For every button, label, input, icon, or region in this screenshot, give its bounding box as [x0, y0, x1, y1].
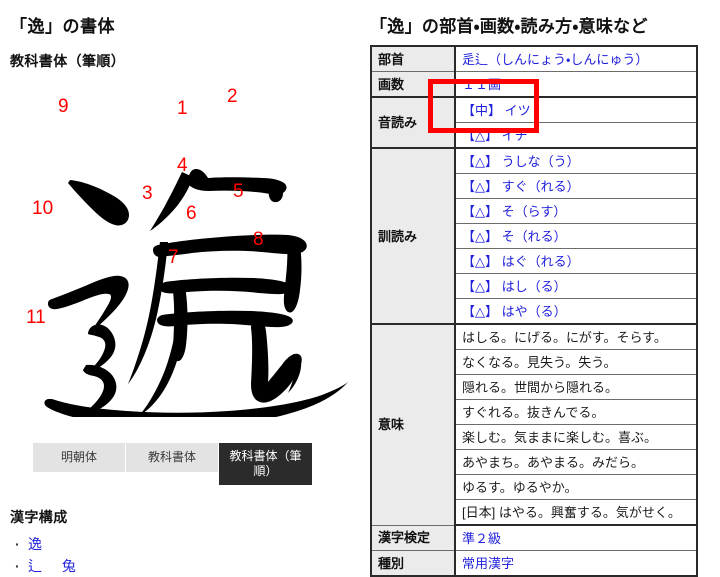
stroke-number-labels: 1 2 3 4 5 6 7 8 9 10 11	[26, 86, 264, 328]
row-value-imi-6: ゆるす。ゆるやか。	[454, 474, 698, 500]
table-row: 訓読み 【△】 うしな（う）	[370, 147, 698, 325]
table-row: 意味 はしる。にげる。にがす。そらす。	[370, 323, 698, 526]
row-value-kunyomi-6[interactable]: 【△】 はや（る）	[454, 298, 698, 325]
tab-kyokasho-label: 教科書体	[147, 450, 196, 464]
row-value-shubetsu[interactable]: 常用漢字	[454, 550, 698, 577]
row-value-kunyomi-0[interactable]: 【△】 うしな（う）	[454, 147, 698, 174]
row-value-kunyomi-2[interactable]: 【△】 そ（らす）	[454, 198, 698, 224]
row-value-imi-3: すぐれる。抜きんでる。	[454, 399, 698, 425]
kanji-composition-section: 漢字構成 逸 辶 兔	[10, 507, 350, 577]
table-row: 漢字検定 準２級	[370, 524, 698, 551]
table-row: 種別 常用漢字	[370, 550, 698, 577]
row-value-bushu[interactable]: 辵辶（しんにょう・しんにゅう）	[454, 45, 698, 72]
row-value-onyomi-0[interactable]: 【中】 イツ	[454, 96, 698, 123]
tab-kyokasho-stroke-order[interactable]: 教科書体（筆順）	[219, 443, 312, 485]
row-label-onyomi: 音読み	[370, 96, 456, 149]
row-value-kunyomi-3[interactable]: 【△】 そ（れる）	[454, 223, 698, 249]
row-label-shubetsu: 種別	[370, 550, 456, 577]
tab-mincho-label: 明朝体	[60, 450, 97, 464]
composition-item-0: 逸	[28, 536, 42, 552]
calligraphy-panel: 「逸」の書体 教科書体（筆順） 1 2 3 4 5 6 7 8 9 10 11 …	[0, 0, 362, 577]
row-label-kanji-kentei: 漢字検定	[370, 524, 456, 551]
tab-kyokasho-stroke-order-label: 教科書体（筆順）	[229, 449, 302, 478]
row-value-kunyomi-1[interactable]: 【△】 すぐ（れる）	[454, 173, 698, 199]
row-value-imi-4: 楽しむ。気ままに楽しむ。喜ぶ。	[454, 424, 698, 450]
table-row: 部首 辵辶（しんにょう・しんにゅう）	[370, 45, 698, 72]
kanji-info-table: 部首 辵辶（しんにょう・しんにゅう） 画数 １１画 音読み 【中】 イツ 【△】…	[370, 45, 698, 577]
stroke-order-diagram: 1 2 3 4 5 6 7 8 9 10 11	[10, 77, 360, 417]
font-style-subtitle: 教科書体（筆順）	[10, 53, 126, 69]
kanji-composition-heading: 漢字構成	[10, 509, 68, 525]
info-table-title: 「逸」の部首・画数・読み方・意味など	[370, 17, 648, 36]
row-value-kanji-kentei[interactable]: 準２級	[454, 524, 698, 551]
stroke-number-3: 3	[142, 183, 153, 204]
row-value-imi-1: なくなる。見失う。失う。	[454, 349, 698, 375]
kanji-composition-list: 逸 辶 兔	[10, 533, 350, 577]
stroke-number-1: 1	[177, 98, 188, 119]
row-value-kakusu[interactable]: １１画	[454, 71, 698, 98]
stroke-number-9: 9	[58, 96, 69, 117]
stroke-number-7: 7	[168, 247, 179, 268]
row-value-imi-2: 隠れる。世間から隠れる。	[454, 374, 698, 400]
list-item[interactable]: 辶 兔	[10, 555, 350, 577]
tab-kyokasho[interactable]: 教科書体	[126, 443, 219, 472]
kanji-glyph-svg: 1 2 3 4 5 6 7 8 9 10 11	[26, 86, 348, 417]
row-value-imi-5: あやまち。あやまる。みだら。	[454, 449, 698, 475]
row-value-imi-7: [日本] はやる。興奮する。気がせく。	[454, 499, 698, 526]
composition-item-1: 辶 兔	[28, 558, 84, 574]
info-panel: 「逸」の部首・画数・読み方・意味など 部首 辵辶（しんにょう・しんにゅう） 画数…	[362, 0, 720, 577]
row-value-imi-0: はしる。にげる。にがす。そらす。	[454, 323, 698, 350]
row-value-kunyomi-5[interactable]: 【△】 はし（る）	[454, 273, 698, 299]
row-label-bushu: 部首	[370, 45, 456, 72]
page-title: 「逸」の書体	[10, 17, 115, 36]
stroke-number-10: 10	[32, 198, 53, 219]
table-row: 音読み 【中】 イツ	[370, 96, 698, 149]
stroke-number-11: 11	[26, 307, 46, 328]
kanji-ink-strokes	[128, 169, 307, 416]
stroke-number-4: 4	[177, 155, 188, 176]
stroke-number-6: 6	[186, 203, 197, 224]
row-label-kunyomi: 訓読み	[370, 147, 456, 325]
row-label-kakusu: 画数	[370, 71, 456, 98]
stroke-number-2: 2	[227, 86, 238, 107]
stroke-number-8: 8	[253, 229, 264, 250]
row-value-kunyomi-4[interactable]: 【△】 はぐ（れる）	[454, 248, 698, 274]
tab-mincho[interactable]: 明朝体	[33, 443, 126, 472]
font-style-tabs[interactable]: 明朝体 教科書体 教科書体（筆順）	[33, 443, 312, 485]
table-row: 画数 １１画	[370, 71, 698, 98]
stroke-number-5: 5	[233, 181, 244, 202]
row-value-onyomi-1[interactable]: 【△】 イチ	[454, 122, 698, 149]
kanji-reference-page: 「逸」の書体 教科書体（筆順） 1 2 3 4 5 6 7 8 9 10 11 …	[0, 0, 720, 577]
row-label-imi: 意味	[370, 323, 456, 526]
list-item[interactable]: 逸	[10, 533, 350, 555]
